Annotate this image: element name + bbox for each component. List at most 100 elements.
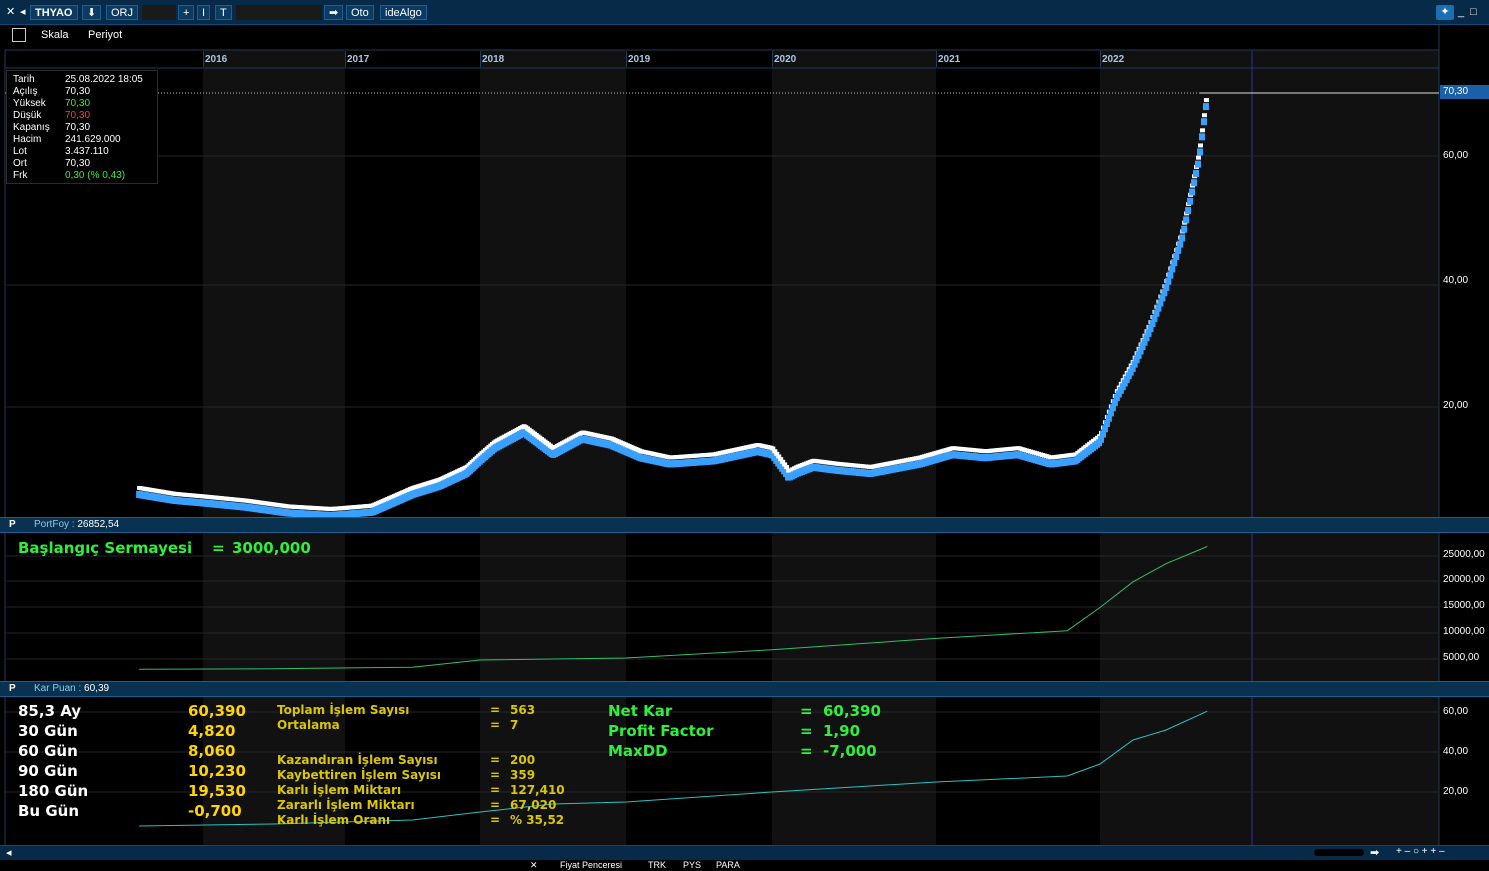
period-label: 30 Gün	[18, 722, 78, 740]
info-row: Kapanış 70,30	[13, 122, 91, 133]
zoom-controls[interactable]: + – ○ + + –	[1396, 846, 1445, 857]
chart-canvas	[4, 25, 1440, 845]
price-candle-top	[1199, 128, 1205, 133]
kar-axis-label: 20,00	[1443, 786, 1469, 797]
start-capital-value: 3000,000	[232, 539, 311, 557]
portfoy-axis-label: 5000,00	[1443, 652, 1480, 663]
kar-axis-label: 60,00	[1443, 706, 1469, 717]
tab-pys[interactable]: PYS	[683, 860, 701, 870]
price-candle	[1196, 148, 1203, 156]
period-value: 60,390	[188, 702, 246, 720]
portfoy-value: 26852,54	[77, 519, 120, 530]
stat-label: Kazandıran İşlem Sayısı	[277, 753, 438, 767]
period-value: -0,700	[188, 802, 242, 820]
period-value: 8,060	[188, 742, 236, 760]
kar-title: Kar Puan : 60,39	[34, 683, 110, 694]
price-candle	[1198, 133, 1205, 141]
price-candle	[1165, 277, 1172, 285]
year-label: 2016	[205, 54, 228, 65]
panel-p-label[interactable]: P	[9, 683, 16, 694]
period-label: 90 Gün	[18, 762, 78, 780]
stat-value: 359	[510, 768, 536, 782]
year-bands	[203, 50, 1439, 845]
price-candle-top	[1197, 143, 1203, 148]
stat-eq: =	[490, 768, 501, 782]
price-candle	[1171, 259, 1178, 267]
price-candle	[1169, 265, 1176, 273]
summary-value: 60,390	[823, 702, 881, 720]
price-axis-label: 60,00	[1443, 150, 1469, 161]
panel-p-label[interactable]: P	[9, 519, 16, 530]
year-label: 2021	[938, 54, 961, 65]
period-value: 19,530	[188, 782, 246, 800]
year-band	[1100, 50, 1439, 845]
scroll-right-icon[interactable]: ➡	[1370, 846, 1379, 859]
price-axis-label: 20,00	[1443, 400, 1469, 411]
price-candle	[1200, 118, 1207, 126]
price-candle	[1163, 283, 1170, 291]
stat-value: 7	[510, 718, 519, 732]
info-row: Açılış 70,30	[13, 86, 91, 97]
price-candle-top	[1201, 113, 1207, 118]
price-candle	[1189, 188, 1196, 196]
price-candle	[1195, 160, 1202, 168]
price-candle	[1202, 103, 1209, 111]
start-capital-label: Başlangıç Sermayesi	[18, 539, 193, 557]
info-row: Yüksek 70,30	[13, 98, 91, 109]
price-axis-label: 40,00	[1443, 275, 1469, 286]
portfoy-axis-label: 25000,00	[1443, 549, 1485, 560]
stat-eq: =	[490, 813, 501, 827]
last-price-tag: 70,30	[1440, 85, 1489, 99]
summary-eq: =	[800, 742, 813, 760]
stat-label: Toplam İşlem Sayısı	[277, 703, 410, 717]
summary-value: 1,90	[823, 722, 861, 740]
price-candle	[1179, 234, 1186, 242]
tab-trk[interactable]: TRK	[648, 860, 666, 870]
price-candle	[1167, 271, 1174, 279]
info-row: Düşük 70,30	[13, 110, 91, 121]
tab-para[interactable]: PARA	[716, 860, 740, 870]
portfoy-axis-label: 20000,00	[1443, 574, 1485, 585]
tab-fiyat[interactable]: Fiyat Penceresi	[560, 860, 622, 870]
stat-label: Ortalama	[277, 718, 340, 732]
info-row: Hacim 241.629.000	[13, 134, 121, 145]
year-label: 2017	[347, 54, 370, 65]
stat-label: Karlı İşlem Miktarı	[277, 783, 402, 797]
period-label: 60 Gün	[18, 742, 78, 760]
scroll-thumb[interactable]	[1314, 849, 1364, 856]
portfoy-axis-label: 10000,00	[1443, 626, 1485, 637]
period-label: Bu Gün	[18, 802, 80, 820]
summary-eq: =	[800, 702, 813, 720]
price-candle-top	[1203, 98, 1209, 103]
stat-value: % 35,52	[510, 813, 565, 827]
stat-eq: =	[490, 783, 501, 797]
price-candle	[1193, 169, 1200, 177]
summary-label: MaxDD	[608, 742, 668, 760]
price-candle	[1181, 225, 1188, 233]
price-candle	[1191, 179, 1198, 187]
stat-eq: =	[490, 718, 501, 732]
year-label: 2019	[628, 54, 651, 65]
period-label: 85,3 Ay	[18, 702, 82, 720]
summary-label: Net Kar	[608, 702, 673, 720]
year-label: 2018	[482, 54, 505, 65]
info-row: Lot 3.437.110	[13, 146, 109, 157]
stat-eq: =	[490, 798, 501, 812]
summary-value: -7,000	[823, 742, 877, 760]
price-candle	[1183, 216, 1190, 224]
summary-eq: =	[800, 722, 813, 740]
year-label: 2020	[774, 54, 797, 65]
stat-label: Kaybettiren İşlem Sayısı	[277, 768, 442, 782]
close-icon[interactable]: ✕	[530, 860, 538, 871]
kar-value: 60,39	[84, 683, 110, 694]
kar-axis-label: 40,00	[1443, 746, 1469, 757]
stat-label: Zararlı İşlem Miktarı	[277, 798, 415, 812]
scroll-left-icon[interactable]: ◂	[6, 846, 12, 859]
horizontal-scrollbar[interactable]: ◂ ➡ + – ○ + + –	[0, 845, 1489, 860]
summary-label: Profit Factor	[608, 722, 714, 740]
price-candle	[1173, 253, 1180, 261]
start-capital-eq: =	[212, 539, 225, 557]
portfoy-panel-header: P PortFoy : 26852,54	[0, 517, 1489, 533]
stat-label: Karlı İşlem Oranı	[277, 813, 391, 827]
kar-panel-header: P Kar Puan : 60,39	[0, 681, 1489, 697]
